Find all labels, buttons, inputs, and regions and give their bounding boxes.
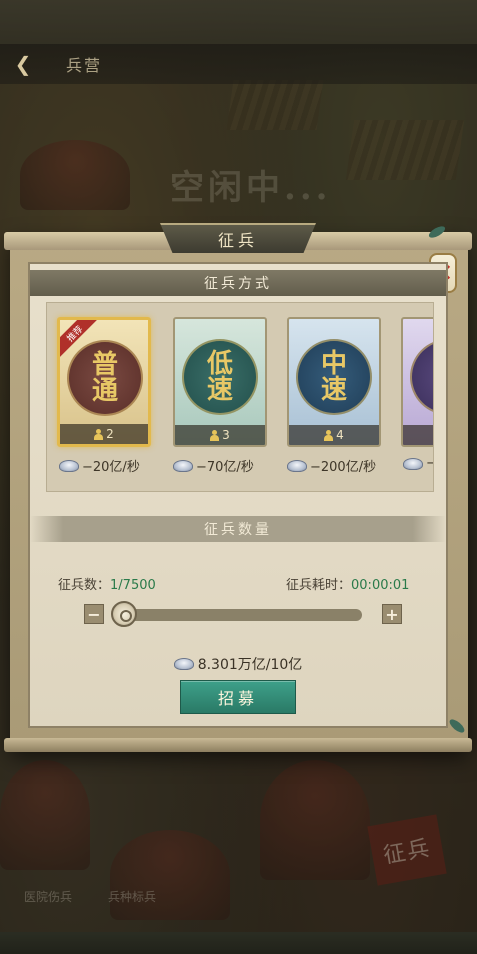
increase-button[interactable]: +	[382, 604, 402, 624]
mode-level: 3	[175, 425, 265, 445]
mode-cost-mid-speed: −200亿/秒	[287, 456, 376, 475]
mode-level: 4	[289, 425, 379, 445]
total-cost: 8.301万亿/10亿	[30, 654, 446, 674]
dialog-panel: 征兵方式 普通 推荐 2 低速 3 中速 4 −20亿/秒 −70亿/秒 −20…	[28, 262, 448, 728]
mode-cost-normal: −20亿/秒	[59, 456, 140, 475]
recruit-time-value: 00:00:01	[351, 578, 410, 593]
top-bar: ❮ 兵营	[0, 44, 477, 84]
modes-section-header: 征兵方式	[30, 270, 446, 296]
silver-icon	[173, 459, 193, 472]
mode-emblem: 低速	[182, 339, 258, 415]
recruit-button[interactable]: 招募	[180, 680, 296, 714]
mode-level: 2	[60, 424, 148, 444]
silver-icon	[59, 459, 79, 472]
mode-emblem: 中速	[296, 339, 372, 415]
mode-card-fast[interactable]: 快	[401, 317, 433, 447]
mode-cost-fast: −	[403, 456, 433, 471]
recruit-count: 征兵数：1/7500	[58, 578, 156, 593]
mode-emblem: 快	[410, 339, 433, 415]
recruit-count-value: 1/7500	[110, 578, 156, 593]
mode-level	[403, 425, 433, 445]
recruit-modes-list[interactable]: 普通 推荐 2 低速 3 中速 4 −20亿/秒 −70亿/秒 −200亿/秒	[46, 302, 434, 492]
silver-icon	[287, 459, 307, 472]
person-icon	[324, 429, 334, 441]
decrease-button[interactable]: −	[84, 604, 104, 624]
mode-card-normal[interactable]: 普通 推荐 2	[57, 317, 151, 447]
count-section-header: 征兵数量	[30, 516, 446, 542]
silver-icon	[403, 457, 423, 470]
person-icon	[210, 429, 220, 441]
count-slider-track[interactable]	[120, 609, 362, 621]
mode-emblem: 普通	[67, 340, 143, 416]
mode-cost-low-speed: −70亿/秒	[173, 456, 254, 475]
count-slider-handle[interactable]	[111, 601, 137, 627]
silver-icon	[173, 658, 194, 670]
recruit-time: 征兵耗时：00:00:01	[286, 578, 410, 593]
dialog-title: 征兵	[160, 223, 316, 253]
mode-card-low-speed[interactable]: 低速 3	[173, 317, 267, 447]
back-arrow-icon[interactable]: ❮	[10, 51, 36, 77]
mode-card-mid-speed[interactable]: 中速 4	[287, 317, 381, 447]
page-title: 兵营	[66, 56, 103, 75]
dialog-bottom-scroll-bar	[4, 738, 472, 752]
person-icon	[94, 428, 104, 440]
